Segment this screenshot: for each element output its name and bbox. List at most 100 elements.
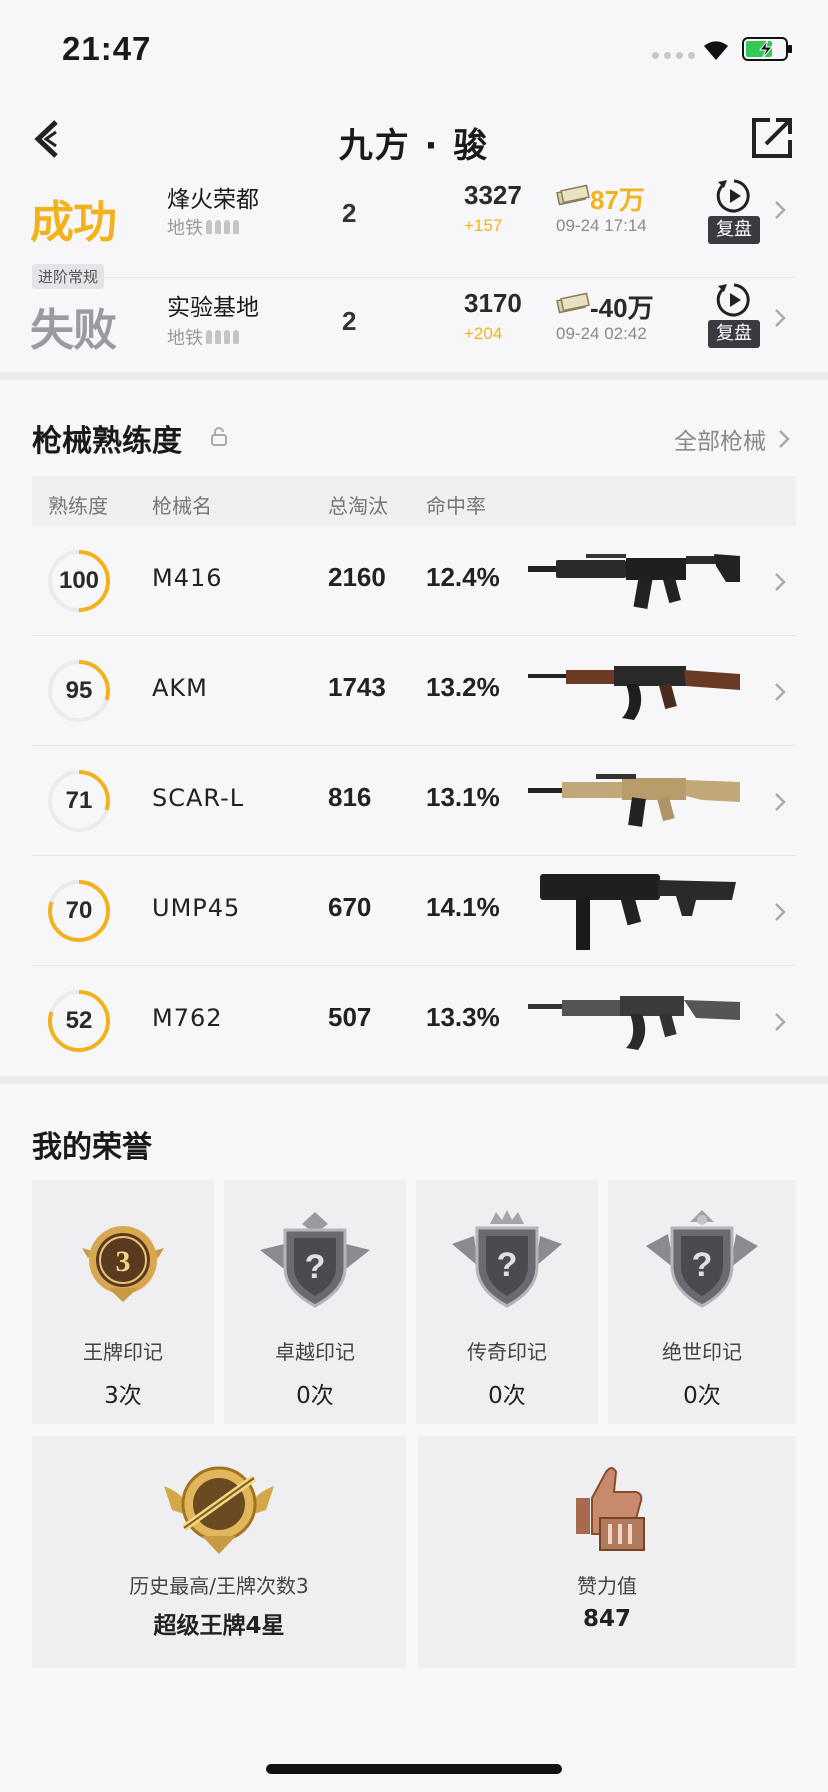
weapon-row[interactable]: 100 M416 2160 12.4% [32, 526, 796, 636]
weapon-row[interactable]: 70 UMP45 670 14.1% [32, 856, 796, 966]
badge-number: 3 [116, 1245, 131, 1278]
chevron-right-icon [775, 573, 786, 591]
svg-text:?: ? [305, 1248, 326, 1286]
player-icon [224, 330, 230, 344]
chevron-right-icon [775, 903, 786, 921]
rating: 3170 [464, 288, 522, 318]
weapon-hit-rate: 13.3% [426, 1002, 500, 1032]
wifi-icon [704, 41, 728, 60]
weapon-row[interactable]: 52 M762 507 13.3% [32, 966, 796, 1076]
weapon-name: AKM [152, 674, 208, 702]
match-time: 09-24 17:14 [556, 216, 647, 235]
lock-icon[interactable] [210, 426, 228, 446]
weapon-kills: 2160 [328, 562, 386, 592]
player-icon [215, 330, 221, 344]
cash-icon [556, 292, 590, 314]
chevron-right-icon [775, 201, 786, 219]
chevron-right-icon [775, 793, 786, 811]
chevron-right-icon [779, 430, 790, 448]
rating-delta: +204 [464, 324, 503, 343]
honor-count: 0次 [488, 1383, 526, 1409]
status-bar: 21:47 [0, 0, 828, 96]
section-divider [0, 372, 828, 380]
player-icon [206, 330, 212, 344]
player-icon [233, 220, 239, 234]
weapons-section-title: 枪械熟练度 [32, 424, 182, 459]
column-header: 总淘汰 [328, 494, 388, 518]
column-header: 熟练度 [48, 494, 108, 518]
match-result: 成功 [30, 197, 117, 248]
weapons-table-header: 熟练度 枪械名 总淘汰 命中率 [32, 476, 796, 526]
scar-l-rifle-icon [528, 774, 740, 827]
replay-icon [716, 179, 750, 213]
thumbs-up-trophy-icon [576, 1467, 645, 1551]
honor-count: 3次 [104, 1383, 142, 1409]
replay-button[interactable]: 复盘 [706, 280, 762, 350]
honor-count: 0次 [683, 1383, 721, 1409]
signal-icon [652, 52, 695, 59]
highest-rank-label: 历史最高/王牌次数3 [129, 1574, 309, 1598]
honor-card-ace[interactable]: 3 王牌印记 3次 [32, 1180, 214, 1424]
weapon-kills: 507 [328, 1002, 372, 1032]
replay-icon [716, 283, 750, 317]
match-mode: 地铁 [167, 324, 239, 350]
legend-mark-badge-icon: ? [452, 1210, 562, 1308]
weapon-name: UMP45 [152, 894, 241, 922]
honor-card-excellence[interactable]: ? 卓越印记 0次 [224, 1180, 406, 1424]
cash-icon [556, 184, 590, 206]
proficiency-value: 71 [65, 787, 93, 814]
ace-mark-badge-icon: 3 [82, 1226, 164, 1302]
weapon-kills: 670 [328, 892, 372, 922]
cash-value: -40万 [590, 293, 654, 323]
mode-label: 地铁 [167, 218, 203, 239]
home-indicator [266, 1764, 562, 1774]
weapon-hit-rate: 13.2% [426, 672, 500, 702]
likes-card[interactable]: 赞力值 847 [418, 1436, 796, 1668]
proficiency-value: 52 [65, 1007, 93, 1034]
proficiency-value: 70 [65, 897, 93, 924]
m416-rifle-icon [528, 554, 740, 609]
highest-rank-card[interactable]: 历史最高/王牌次数3 超级王牌4星 [32, 1436, 406, 1668]
weapon-hit-rate: 12.4% [426, 562, 500, 592]
cash-value: 87万 [590, 185, 645, 215]
honor-card-legend[interactable]: ? 传奇印记 0次 [416, 1180, 598, 1424]
honor-card-peerless[interactable]: ? 绝世印记 0次 [608, 1180, 796, 1424]
map-name: 烽火荣都 [167, 187, 259, 213]
rating: 3327 [464, 180, 522, 210]
share-icon[interactable] [750, 116, 794, 160]
chevron-right-icon [775, 683, 786, 701]
proficiency-value: 95 [65, 677, 93, 704]
column-header: 命中率 [426, 494, 486, 518]
honor-label: 绝世印记 [662, 1340, 742, 1364]
svg-text:?: ? [692, 1246, 713, 1284]
page-title: 九方 · 骏 [338, 126, 490, 166]
status-time: 21:47 [62, 30, 152, 67]
weapon-row[interactable]: 95 AKM 1743 13.2% [32, 636, 796, 746]
super-ace-badge-icon [164, 1466, 274, 1554]
replay-button[interactable]: 复盘 [706, 176, 762, 246]
weapon-row[interactable]: 71 SCAR-L 816 13.1% [32, 746, 796, 856]
peerless-mark-badge-icon: ? [646, 1210, 758, 1308]
honor-label: 王牌印记 [83, 1340, 163, 1364]
mode-label: 地铁 [167, 328, 203, 349]
svg-text:?: ? [497, 1246, 518, 1284]
squad-size: 2 [342, 198, 357, 228]
weapon-kills: 1743 [328, 672, 386, 702]
rating-delta: +157 [464, 216, 503, 235]
honor-label: 传奇印记 [467, 1340, 547, 1364]
excellence-mark-badge-icon: ? [260, 1212, 370, 1308]
honors-section-title: 我的荣誉 [32, 1130, 152, 1165]
match-result: 失败 [30, 305, 117, 356]
akm-rifle-icon [528, 666, 740, 720]
player-icon [233, 330, 239, 344]
highest-rank-value: 超级王牌4星 [153, 1613, 285, 1639]
match-row[interactable]: 进阶常规 失败 实验基地 地铁 2 3170 +204 -40万 09-24 0… [0, 262, 828, 372]
weapon-name: M416 [152, 564, 223, 592]
replay-label: 复盘 [708, 216, 760, 244]
match-time: 09-24 02:42 [556, 324, 647, 343]
battery-charging-icon [742, 37, 792, 61]
all-weapons-link[interactable]: 全部枪械 [674, 422, 790, 456]
all-weapons-label: 全部枪械 [674, 429, 766, 455]
weapon-name: SCAR-L [152, 784, 245, 812]
ump45-smg-icon [540, 874, 736, 950]
